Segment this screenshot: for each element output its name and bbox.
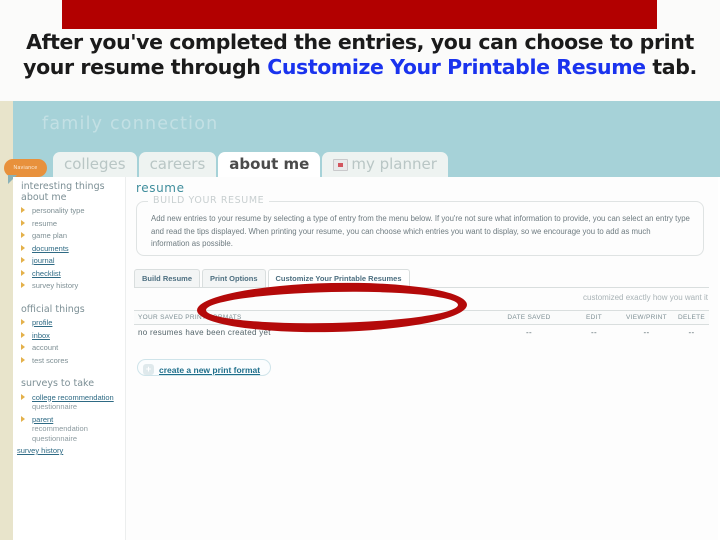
subtab-customize-printable-resumes[interactable]: Customize Your Printable Resumes: [267, 269, 410, 287]
page-title: resume: [136, 181, 185, 195]
table-header-row: YOUR SAVED PRINT FORMATS DATE SAVED EDIT…: [134, 310, 709, 325]
arrow-icon: [21, 331, 25, 338]
sidebar-item-resume[interactable]: resume: [16, 219, 124, 229]
sidebar-item-college-recommendation[interactable]: college recommendation questionnaire: [16, 393, 124, 412]
cell-delete: --: [688, 328, 695, 337]
subtab-build-resume[interactable]: Build Resume: [134, 269, 201, 287]
arrow-icon: [21, 232, 25, 238]
sidebar-item-sublabel: recommendation questionnaire: [32, 424, 88, 443]
sidebar-item-label: documents: [32, 243, 69, 253]
column-header-edit: EDIT: [585, 314, 602, 321]
sidebar-item-checklist[interactable]: checklist: [16, 269, 124, 279]
title-accent-bar: [62, 0, 657, 29]
sidebar-item-profile[interactable]: profile: [16, 318, 124, 328]
create-print-format-button[interactable]: + create a new print format: [137, 359, 272, 376]
cell-edit: --: [591, 328, 597, 337]
primary-tabs: colleges careers about me my planner: [53, 152, 450, 177]
app-screenshot: family connection colleges careers about…: [0, 101, 720, 540]
sidebar-item-inbox[interactable]: inbox: [16, 331, 124, 341]
sidebar-item-journal[interactable]: journal: [16, 256, 124, 266]
sidebar: interesting things about me personality …: [16, 181, 124, 455]
sidebar-item-sublabel: questionnaire: [32, 402, 78, 411]
column-header-formats: YOUR SAVED PRINT FORMATS: [138, 314, 242, 321]
tab-careers-label: careers: [149, 155, 206, 173]
build-resume-legend: BUILD YOUR RESUME: [148, 195, 270, 206]
sidebar-item-label: checklist: [32, 268, 61, 278]
arrow-icon: [21, 207, 25, 213]
sidebar-item-label: game plan: [32, 231, 68, 240]
tab-careers[interactable]: careers: [138, 152, 217, 177]
plus-icon: +: [143, 364, 154, 375]
slide: After you've completed the entries, you …: [0, 0, 720, 540]
tab-about-me-label: about me: [229, 155, 310, 173]
sidebar-item-survey-history[interactable]: survey history: [16, 281, 124, 291]
column-header-date-saved: DATE SAVED: [507, 314, 551, 321]
arrow-icon: [21, 415, 25, 422]
subtab-build-resume-label: Build Resume: [142, 274, 193, 283]
subtab-print-options-label: Print Options: [210, 274, 258, 283]
sidebar-item-parent-recommendation[interactable]: parent recommendation questionnaire: [16, 415, 124, 444]
main-content: resume BUILD YOUR RESUME Add new entries…: [125, 177, 718, 540]
saved-print-formats-table: YOUR SAVED PRINT FORMATS DATE SAVED EDIT…: [134, 310, 709, 341]
tab-about-me[interactable]: about me: [218, 152, 321, 177]
slide-title: After you've completed the entries, you …: [16, 30, 704, 80]
sidebar-item-account[interactable]: account: [16, 343, 124, 353]
sidebar-item-documents[interactable]: documents: [16, 244, 124, 254]
table-row: no resumes have been created yet -- -- -…: [134, 325, 709, 341]
column-header-delete: DELETE: [677, 314, 706, 321]
tab-my-planner[interactable]: my planner: [322, 152, 448, 177]
build-resume-panel: BUILD YOUR RESUME Add new entries to you…: [136, 195, 704, 256]
sidebar-item-game-plan[interactable]: game plan: [16, 231, 124, 241]
subtab-print-options[interactable]: Print Options: [202, 269, 266, 287]
sidebar-item-label: survey history: [32, 281, 79, 290]
cell-date-saved: --: [526, 328, 532, 337]
sidebar-item-label: test scores: [32, 355, 69, 365]
arrow-icon: [21, 219, 25, 226]
calendar-icon: [333, 159, 349, 171]
column-header-view-print: VIEW/PRINT: [626, 314, 667, 321]
slide-title-after: tab.: [645, 55, 697, 79]
app-header: family connection colleges careers about…: [13, 101, 720, 177]
sidebar-item-label: inbox: [32, 330, 50, 340]
sidebar-survey-history-link[interactable]: survey history: [17, 446, 124, 455]
resume-subtabs: Build Resume Print Options Customize You…: [134, 269, 709, 288]
sidebar-heading-interesting: interesting things about me: [21, 181, 105, 203]
sidebar-item-personality-type[interactable]: personality type: [16, 206, 124, 216]
app-body: interesting things about me personality …: [13, 177, 720, 540]
arrow-icon: [21, 344, 25, 350]
arrow-icon: [21, 282, 25, 288]
sidebar-item-test-scores[interactable]: test scores: [16, 356, 124, 366]
sidebar-item-label: college recommendation: [32, 392, 114, 402]
tab-my-planner-label: my planner: [351, 155, 437, 173]
sidebar-item-label: journal: [32, 256, 55, 265]
slide-title-highlight: Customize Your Printable Resume: [267, 55, 646, 79]
cell-view-print: --: [643, 328, 650, 337]
build-resume-description: Add new entries to your resume by select…: [151, 214, 690, 248]
arrow-icon: [21, 393, 25, 400]
sidebar-item-label: account: [32, 343, 59, 352]
create-print-format-label: create a new print format: [159, 365, 261, 375]
subtab-customize-label: Customize Your Printable Resumes: [275, 274, 402, 283]
tab-colleges[interactable]: colleges: [53, 152, 137, 177]
arrow-icon: [21, 257, 25, 263]
tab-colleges-label: colleges: [64, 155, 126, 173]
arrow-icon: [21, 319, 25, 325]
sidebar-item-label: profile: [32, 318, 53, 327]
arrow-icon: [21, 244, 25, 251]
arrow-icon: [21, 269, 25, 276]
sidebar-item-label: personality type: [32, 206, 85, 215]
sidebar-item-label: resume: [32, 218, 58, 228]
brand-logo: family connection: [42, 114, 219, 134]
cell-format-name: no resumes have been created yet: [138, 328, 271, 337]
panel-tagline: customized exactly how you want it: [583, 293, 708, 302]
sidebar-item-label: parent: [32, 414, 54, 424]
arrow-icon: [21, 356, 25, 363]
sidebar-heading-surveys: surveys to take: [21, 378, 95, 389]
sidebar-heading-official: official things: [21, 303, 85, 315]
